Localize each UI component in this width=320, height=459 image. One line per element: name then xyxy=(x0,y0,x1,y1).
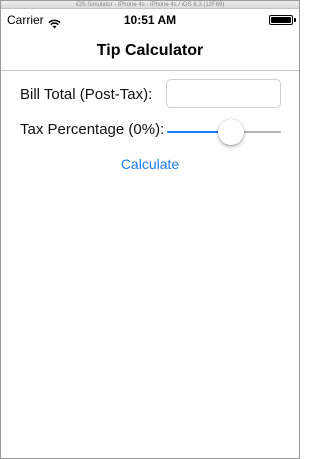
tax-percentage-slider[interactable] xyxy=(167,119,281,145)
device-screen: iOS Simulator - iPhone 4s - iPhone 4s / … xyxy=(0,0,300,459)
status-bar: Carrier 10:51 AM xyxy=(1,10,299,30)
status-time: 10:51 AM xyxy=(123,13,177,27)
calculate-button[interactable]: Calculate xyxy=(1,153,299,175)
slider-thumb[interactable] xyxy=(218,119,245,145)
battery-fill xyxy=(271,17,291,23)
bill-total-input[interactable] xyxy=(166,79,281,108)
battery-icon xyxy=(269,15,296,25)
navigation-bar: Tip Calculator xyxy=(1,30,299,71)
tax-percentage-label: Tax Percentage (0%): xyxy=(20,121,165,138)
simulator-titlebar: iOS Simulator - iPhone 4s - iPhone 4s / … xyxy=(1,1,299,9)
bill-total-label: Bill Total (Post-Tax): xyxy=(20,86,153,103)
page-title: Tip Calculator xyxy=(96,42,204,59)
